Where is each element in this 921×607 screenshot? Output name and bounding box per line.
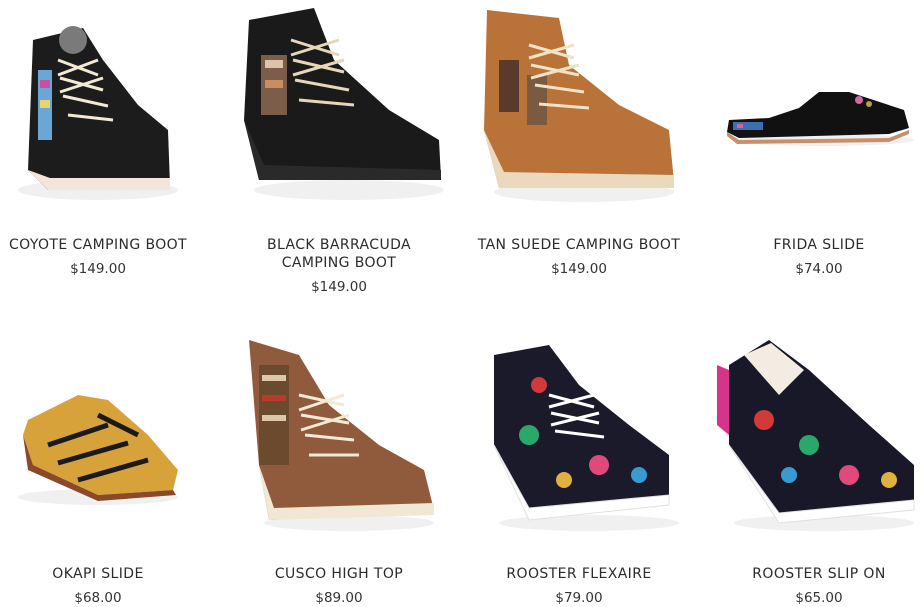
product-name[interactable]: TAN SUEDE CAMPING BOOT bbox=[469, 236, 689, 254]
product-card[interactable]: FRIDA SLIDE $74.00 bbox=[709, 0, 921, 280]
product-name[interactable]: FRIDA SLIDE bbox=[709, 236, 921, 254]
product-price: $149.00 bbox=[551, 261, 607, 277]
product-name[interactable]: ROOSTER SLIP ON bbox=[709, 565, 921, 583]
product-price: $89.00 bbox=[315, 590, 363, 606]
product-price: $79.00 bbox=[555, 590, 603, 606]
product-card[interactable]: ROOSTER FLEXAIRE $79.00 bbox=[469, 325, 689, 606]
product-card[interactable]: OKAPI SLIDE $68.00 bbox=[0, 325, 208, 606]
product-name[interactable]: BLACK BARRACUDA CAMPING BOOT bbox=[239, 236, 439, 272]
product-image[interactable] bbox=[709, 325, 921, 535]
product-price: $74.00 bbox=[795, 261, 843, 277]
product-image[interactable] bbox=[469, 0, 689, 210]
product-name[interactable]: CUSCO HIGH TOP bbox=[229, 565, 449, 583]
product-image[interactable] bbox=[0, 0, 208, 210]
product-name[interactable]: COYOTE CAMPING BOOT bbox=[0, 236, 208, 254]
product-image[interactable] bbox=[229, 325, 449, 535]
product-card[interactable]: CUSCO HIGH TOP $89.00 bbox=[229, 325, 449, 606]
product-card[interactable]: BLACK BARRACUDA CAMPING BOOT $149.00 bbox=[229, 0, 449, 300]
product-image[interactable] bbox=[709, 0, 921, 210]
product-image[interactable] bbox=[469, 325, 689, 535]
product-price: $68.00 bbox=[74, 590, 122, 606]
product-card[interactable]: COYOTE CAMPING BOOT $149.00 bbox=[0, 0, 208, 280]
product-image[interactable] bbox=[0, 325, 208, 535]
product-image[interactable] bbox=[229, 0, 449, 210]
product-price: $65.00 bbox=[795, 590, 843, 606]
product-price: $149.00 bbox=[70, 261, 126, 277]
product-grid: COYOTE CAMPING BOOT $149.00 BLACK BARRAC… bbox=[0, 0, 921, 606]
product-name[interactable]: OKAPI SLIDE bbox=[0, 565, 208, 583]
product-name[interactable]: ROOSTER FLEXAIRE bbox=[469, 565, 689, 583]
product-card[interactable]: TAN SUEDE CAMPING BOOT $149.00 bbox=[469, 0, 689, 280]
product-price: $149.00 bbox=[311, 279, 367, 295]
product-card[interactable]: ROOSTER SLIP ON $65.00 bbox=[709, 325, 921, 606]
